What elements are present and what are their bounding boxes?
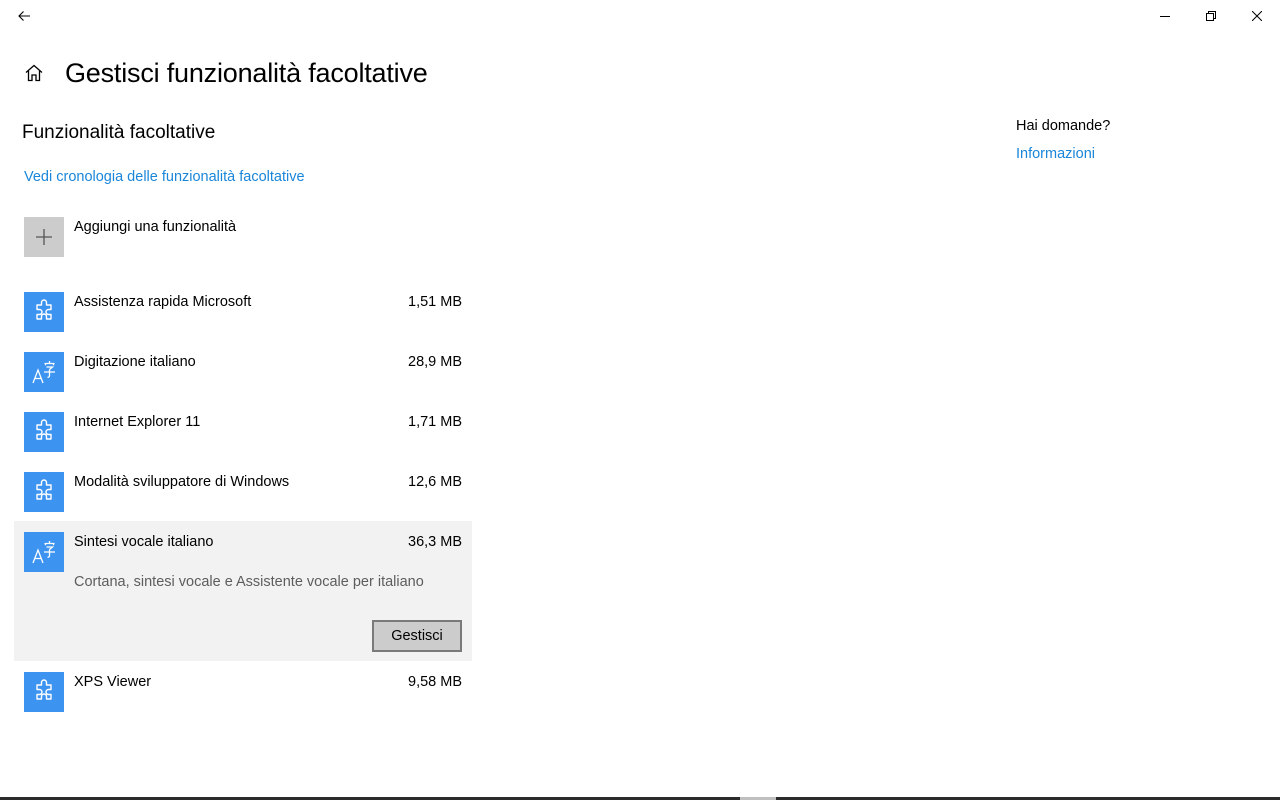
language-icon <box>32 541 55 564</box>
feature-name: Assistenza rapida Microsoft <box>74 294 252 310</box>
feature-item[interactable]: Digitazione italiano 28,9 MB <box>14 341 472 401</box>
back-arrow-icon <box>18 11 30 21</box>
feature-item[interactable]: Modalità sviluppatore di Windows 12,6 MB <box>14 461 472 521</box>
add-feature-label: Aggiungi una funzionalità <box>74 219 237 235</box>
feature-tile <box>24 672 64 712</box>
feature-size: 1,51 MB <box>408 294 462 310</box>
manage-button[interactable]: Gestisci <box>372 620 462 652</box>
page-title: Gestisci funzionalità facoltative <box>65 57 428 88</box>
title-bar <box>0 0 1280 32</box>
window-controls <box>1142 0 1280 32</box>
feature-item[interactable]: Internet Explorer 11 1,71 MB <box>14 401 472 461</box>
feature-name: Modalità sviluppatore di Windows <box>74 474 290 490</box>
help-link[interactable]: Informazioni <box>1016 146 1095 162</box>
feature-tile <box>24 532 64 572</box>
section-title: Funzionalità facoltative <box>22 122 216 143</box>
feature-size: 1,71 MB <box>408 414 462 430</box>
back-button[interactable] <box>0 0 48 32</box>
restore-icon <box>1206 11 1216 21</box>
feature-tile <box>24 472 64 512</box>
feature-description: Cortana, sintesi vocale e Assistente voc… <box>74 574 424 590</box>
puzzle-icon <box>36 419 52 440</box>
feature-tile <box>24 292 64 332</box>
feature-size: 12,6 MB <box>408 474 462 490</box>
feature-item[interactable]: XPS Viewer 9,58 MB <box>14 661 472 721</box>
feature-size: 28,9 MB <box>408 354 462 370</box>
page-header: Gestisci funzionalità facoltative <box>22 56 428 90</box>
minimize-button[interactable] <box>1142 0 1188 32</box>
add-feature-button[interactable]: Aggiungi una funzionalità <box>24 217 236 257</box>
add-feature-tile <box>24 217 64 257</box>
close-icon <box>1252 11 1262 21</box>
close-button[interactable] <box>1234 0 1280 32</box>
feature-name: Internet Explorer 11 <box>74 414 201 430</box>
history-link[interactable]: Vedi cronologia delle funzionalità facol… <box>24 169 305 185</box>
feature-tile <box>24 352 64 392</box>
puzzle-icon <box>36 479 52 500</box>
home-icon <box>25 64 43 82</box>
restore-button[interactable] <box>1188 0 1234 32</box>
help-question: Hai domande? <box>1016 118 1111 134</box>
home-button[interactable] <box>22 61 46 85</box>
feature-item[interactable]: Assistenza rapida Microsoft 1,51 MB <box>14 281 472 341</box>
minimize-icon <box>1160 16 1170 17</box>
feature-size: 36,3 MB <box>408 534 462 550</box>
feature-list: Assistenza rapida Microsoft 1,51 MB Digi… <box>14 281 472 721</box>
feature-name: Digitazione italiano <box>74 354 196 370</box>
feature-name: XPS Viewer <box>74 674 152 690</box>
feature-tile <box>24 412 64 452</box>
feature-item-selected[interactable]: Sintesi vocale italiano 36,3 MB Cortana,… <box>14 521 472 661</box>
feature-name: Sintesi vocale italiano <box>74 534 214 550</box>
feature-size: 9,58 MB <box>408 674 462 690</box>
language-icon <box>32 361 55 384</box>
puzzle-icon <box>36 679 52 700</box>
plus-icon <box>36 229 52 245</box>
puzzle-icon <box>36 299 52 320</box>
